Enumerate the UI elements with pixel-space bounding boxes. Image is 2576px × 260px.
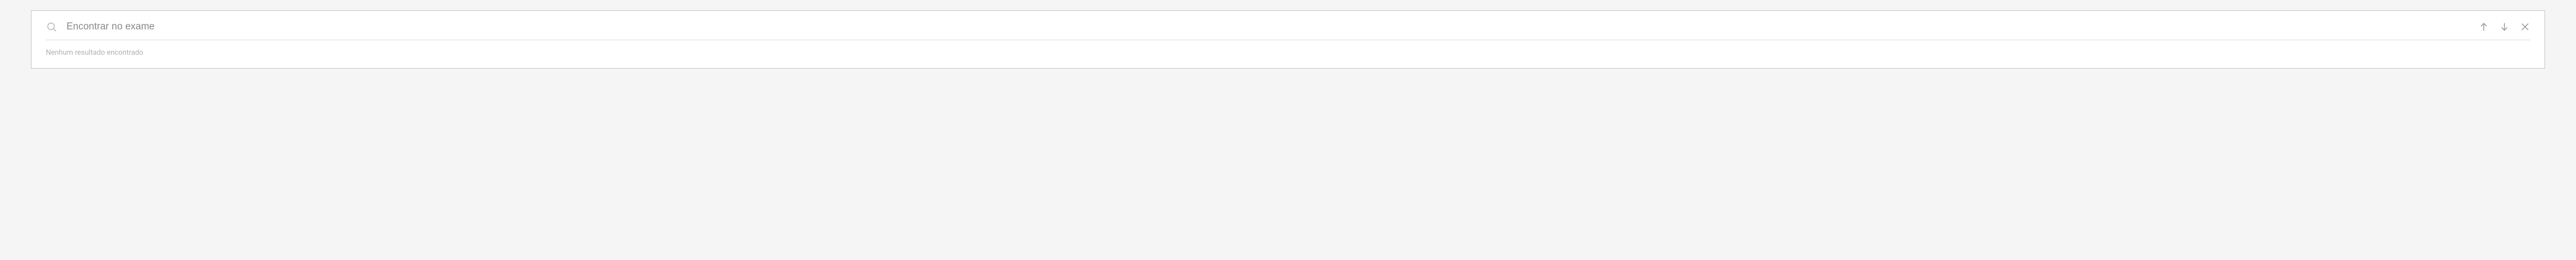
- search-icon: [46, 21, 57, 32]
- close-icon: [2520, 22, 2530, 32]
- arrow-down-icon: [2499, 22, 2510, 32]
- arrow-up-icon: [2479, 22, 2489, 32]
- search-input[interactable]: [66, 21, 2469, 32]
- find-in-exam-panel: Nenhum resultado encontrado: [31, 10, 2545, 69]
- search-nav-controls: [2479, 22, 2530, 32]
- close-search-button[interactable]: [2520, 22, 2530, 32]
- prev-result-button[interactable]: [2479, 22, 2489, 32]
- no-results-status: Nenhum resultado encontrado: [46, 48, 2530, 57]
- search-row: [46, 21, 2530, 40]
- next-result-button[interactable]: [2499, 22, 2510, 32]
